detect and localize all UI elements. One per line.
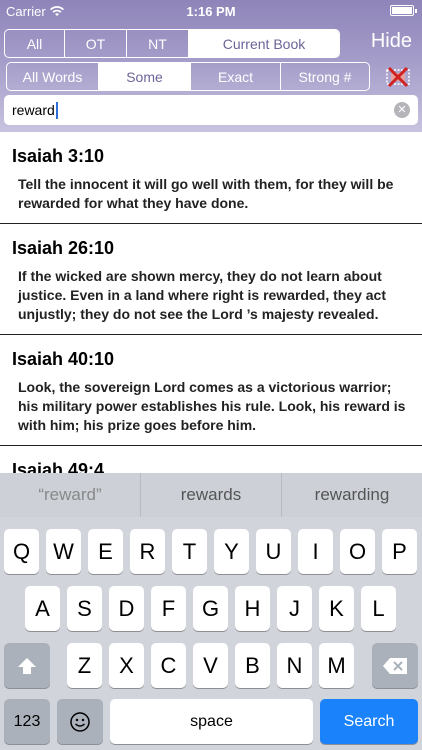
key-e[interactable]: E	[88, 529, 123, 574]
key-f[interactable]: F	[151, 586, 186, 631]
scope-nt-tab[interactable]: NT	[127, 30, 189, 57]
key-o[interactable]: O	[340, 529, 375, 574]
key-b[interactable]: B	[235, 643, 270, 688]
key-y[interactable]: Y	[214, 529, 249, 574]
keyboard: “reward” rewards rewarding QWERTYUIOP ASD…	[0, 473, 422, 750]
emoji-key[interactable]	[57, 699, 103, 744]
mode-strong-tab[interactable]: Strong #	[281, 63, 369, 90]
key-x[interactable]: X	[109, 643, 144, 688]
predictive-bar: “reward” rewards rewarding	[0, 473, 422, 517]
space-key[interactable]: space	[110, 699, 313, 744]
key-m[interactable]: M	[319, 643, 354, 688]
result-reference: Isaiah 26:10	[12, 238, 115, 258]
key-r[interactable]: R	[130, 529, 165, 574]
key-w[interactable]: W	[46, 529, 81, 574]
numbers-key[interactable]: 123	[4, 699, 50, 744]
emoji-icon	[70, 711, 90, 732]
search-results-list[interactable]: Isaiah 3:10 Tell the innocent it will go…	[0, 132, 422, 473]
key-i[interactable]: I	[298, 529, 333, 574]
key-z[interactable]: Z	[67, 643, 102, 688]
scope-current-book-tab[interactable]: Current Book	[189, 30, 339, 57]
key-l[interactable]: L	[361, 586, 396, 631]
result-item[interactable]: Isaiah 49:4	[0, 446, 422, 473]
key-g[interactable]: G	[193, 586, 228, 631]
shift-icon	[18, 657, 36, 674]
suggestion-item[interactable]: rewarding	[282, 473, 422, 517]
result-item[interactable]: Isaiah 40:10 Look, the sovereign Lord co…	[0, 335, 422, 446]
scope-all-tab[interactable]: All	[5, 30, 65, 57]
key-k[interactable]: K	[319, 586, 354, 631]
search-input-value: reward	[12, 102, 55, 118]
key-u[interactable]: U	[256, 529, 291, 574]
result-reference: Isaiah 40:10	[12, 349, 115, 369]
battery-icon	[390, 5, 417, 16]
result-reference: Isaiah 49:4	[12, 460, 105, 473]
result-text: If the wicked are shown mercy, they do n…	[18, 268, 387, 322]
key-d[interactable]: D	[109, 586, 144, 631]
scope-ot-tab[interactable]: OT	[65, 30, 127, 57]
key-c[interactable]: C	[151, 643, 186, 688]
backspace-icon	[383, 657, 407, 674]
search-input[interactable]: reward ✕	[4, 95, 418, 125]
key-s[interactable]: S	[67, 586, 102, 631]
status-time: 1:16 PM	[186, 4, 236, 19]
mode-all-words-tab[interactable]: All Words	[7, 63, 99, 90]
result-text: Look, the sovereign Lord comes as a vict…	[18, 379, 406, 433]
suggestion-item[interactable]: rewards	[141, 473, 282, 517]
search-header: Carrier 1:16 PM All OT NT Current Book H…	[0, 0, 422, 132]
suggestion-item[interactable]: “reward”	[0, 473, 141, 517]
status-bar: Carrier 1:16 PM	[0, 0, 422, 22]
key-h[interactable]: H	[235, 586, 270, 631]
result-item[interactable]: Isaiah 3:10 Tell the innocent it will go…	[0, 132, 422, 224]
hide-button[interactable]: Hide	[371, 30, 412, 53]
mode-some-tab[interactable]: Some	[99, 63, 191, 90]
key-a[interactable]: A	[25, 586, 60, 631]
key-t[interactable]: T	[172, 529, 207, 574]
search-key[interactable]: Search	[320, 699, 418, 744]
result-reference: Isaiah 3:10	[12, 146, 105, 166]
key-p[interactable]: P	[382, 529, 417, 574]
mode-exact-tab[interactable]: Exact	[191, 63, 281, 90]
text-caret	[55, 101, 58, 119]
shift-key[interactable]	[4, 643, 50, 688]
result-item[interactable]: Isaiah 26:10 If the wicked are shown mer…	[0, 224, 422, 335]
clear-search-icon[interactable]: ✕	[394, 102, 410, 118]
key-q[interactable]: Q	[4, 529, 39, 574]
scope-segmented-control: All OT NT Current Book	[4, 29, 340, 58]
key-n[interactable]: N	[277, 643, 312, 688]
key-v[interactable]: V	[193, 643, 228, 688]
result-text: Tell the innocent it will go well with t…	[18, 176, 394, 211]
mode-segmented-control: All Words Some Exact Strong #	[6, 62, 370, 91]
backspace-key[interactable]	[372, 643, 418, 688]
clear-highlight-icon[interactable]	[385, 66, 411, 88]
key-j[interactable]: J	[277, 586, 312, 631]
